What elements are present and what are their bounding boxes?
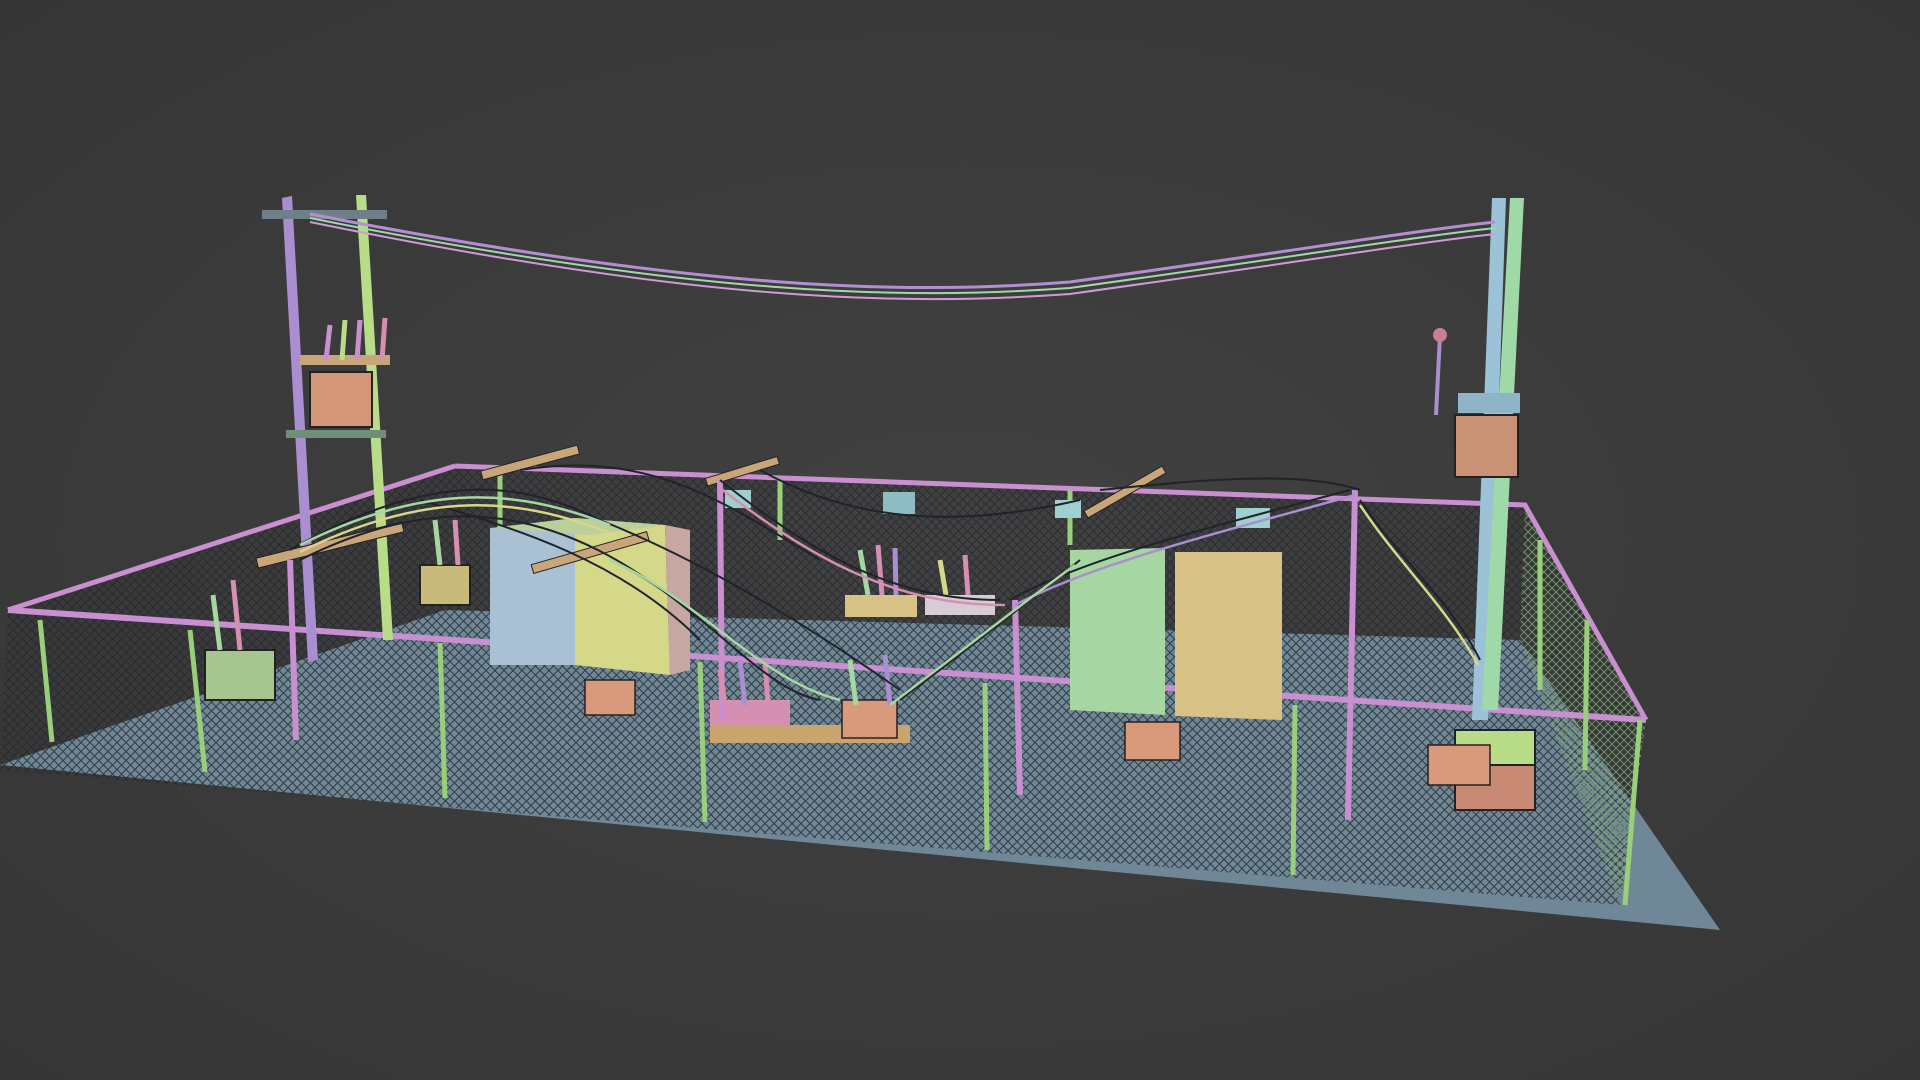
left-cabinets	[490, 518, 690, 675]
fence-sign	[1236, 508, 1270, 528]
3d-viewport[interactable]	[0, 0, 1920, 1080]
substation-scene	[0, 195, 1720, 930]
right-cabinets	[1070, 548, 1282, 720]
fence-sign	[883, 492, 915, 514]
fence-sign	[725, 490, 751, 508]
